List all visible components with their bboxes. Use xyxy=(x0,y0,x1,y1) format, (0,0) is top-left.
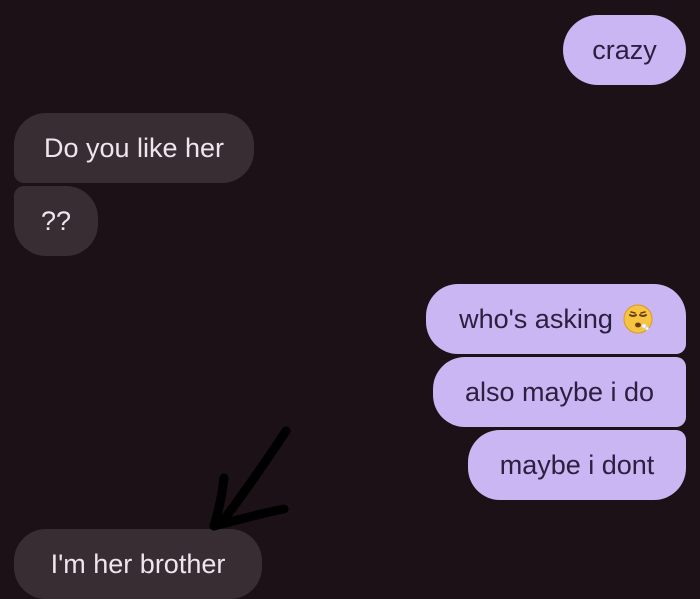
message-bubble-outgoing[interactable]: maybe i dont xyxy=(468,430,686,500)
message-bubble-outgoing[interactable]: who's asking xyxy=(426,284,686,354)
message-bubble-outgoing[interactable]: crazy xyxy=(563,15,686,85)
message-text: who's asking xyxy=(459,303,613,334)
message-bubble-outgoing[interactable]: also maybe i do xyxy=(433,357,686,427)
message-bubble-incoming[interactable]: Do you like her xyxy=(14,113,254,183)
message-bubble-incoming[interactable]: ?? xyxy=(14,186,98,256)
message-text: I'm her brother xyxy=(50,548,226,579)
face-exhaling-emoji xyxy=(623,304,653,334)
message-text: also maybe i do xyxy=(464,376,655,407)
message-text: Do you like her xyxy=(43,132,225,163)
message-text: ?? xyxy=(40,205,72,236)
message-text: crazy xyxy=(592,34,657,65)
message-bubble-incoming[interactable]: I'm her brother xyxy=(14,529,262,599)
message-text: maybe i dont xyxy=(499,449,655,480)
